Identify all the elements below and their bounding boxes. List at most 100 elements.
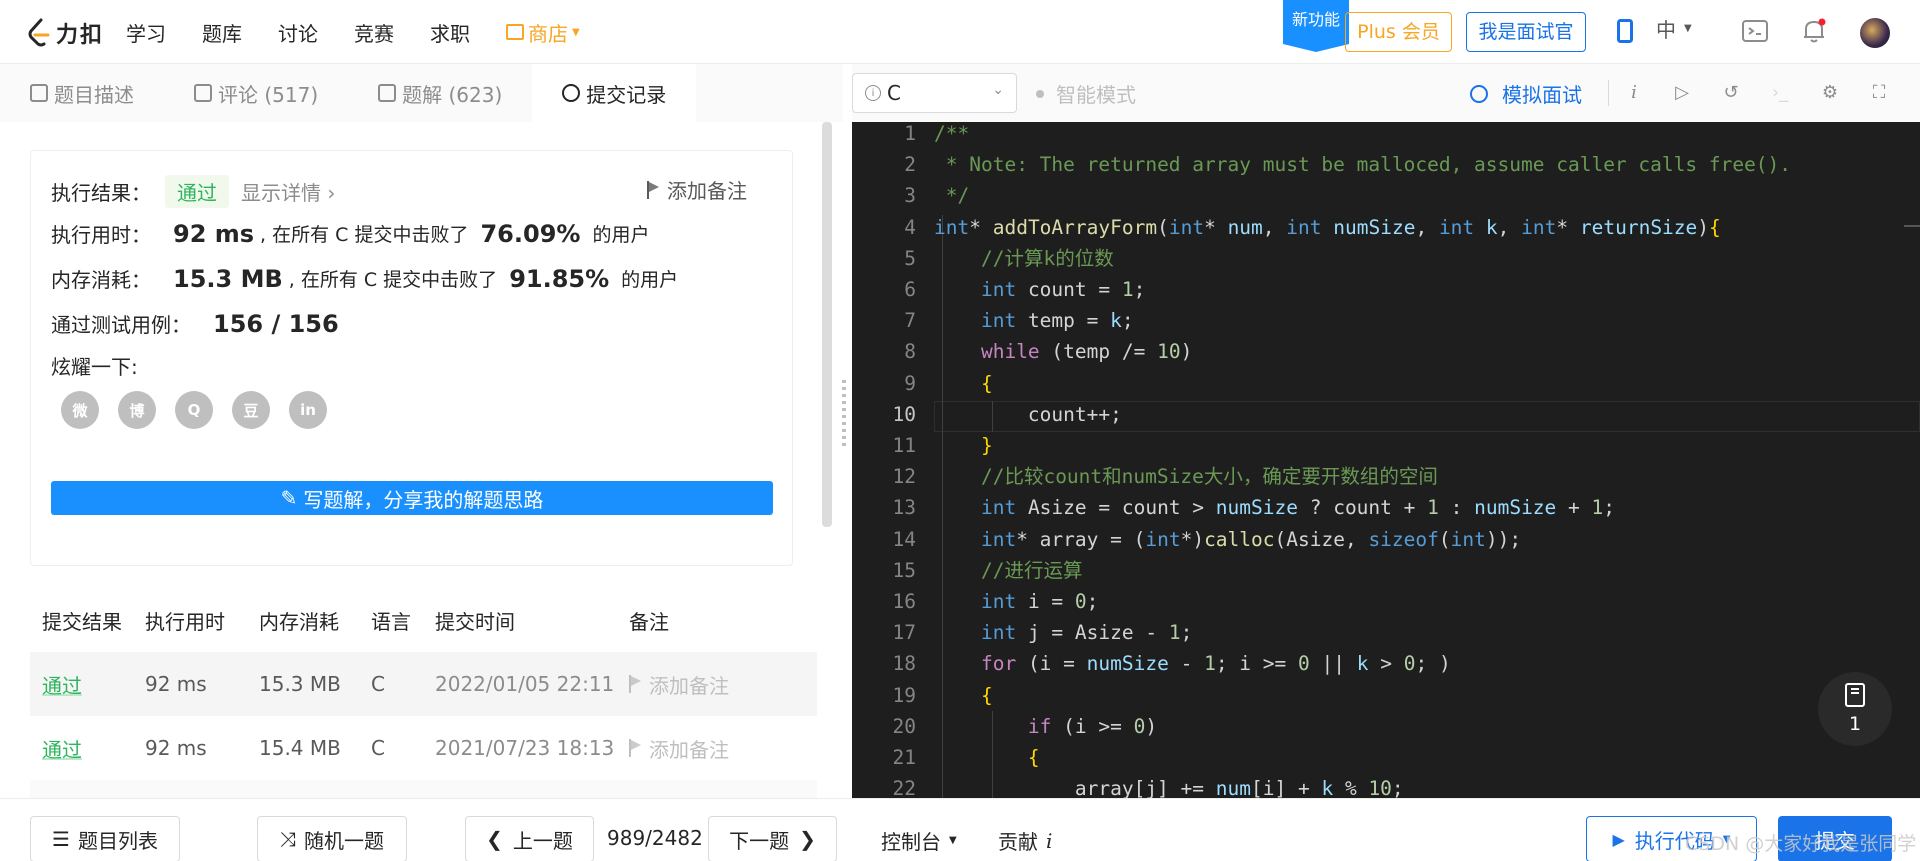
douban-icon[interactable]: 豆 — [232, 391, 270, 429]
runtime-value: 92 ms — [173, 219, 255, 248]
table-row[interactable]: 通过 92 ms 15.4 MB C 2021/07/23 18:13 添加备注 — [30, 716, 817, 780]
code-line: */ — [945, 184, 970, 208]
flag-icon — [647, 180, 661, 199]
status-row: 执行结果： 通过 显示详情 › — [51, 175, 335, 208]
language-label: 中 — [1656, 18, 1676, 42]
contribute-button[interactable]: 贡献 i — [998, 826, 1052, 855]
code-line: int Asize = count > numSize ? count + 1 … — [980, 496, 1616, 520]
nav-problems[interactable]: 题库 — [202, 18, 242, 47]
interviewer-button[interactable]: 我是面试官 — [1466, 12, 1586, 52]
add-note-button[interactable]: 添加备注 — [647, 175, 747, 204]
mock-interview-button[interactable]: 模拟面试 — [1470, 79, 1582, 108]
language-switch[interactable]: 中 ▼ — [1656, 14, 1692, 43]
wechat-icon[interactable]: 微 — [61, 391, 99, 429]
chevron-left-icon: ❮ — [486, 827, 503, 851]
code-line: { — [1027, 746, 1040, 769]
problem-list-label: 题目列表 — [77, 828, 158, 853]
alarm-clock-icon — [1470, 84, 1488, 103]
row-submitted-time: 2022/01/05 22:11 — [435, 672, 615, 696]
problem-tabs: 题目描述 评论 (517) 题解 (623) 提交记录 — [0, 64, 843, 122]
line-number: 17 — [892, 621, 916, 645]
row-result-link[interactable]: 通过 — [30, 734, 145, 763]
write-solution-label: 写题解，分享我的解题思路 — [303, 487, 544, 512]
notes-count: 1 — [1848, 713, 1862, 735]
tab-solutions[interactable]: 题解 (623) — [348, 64, 532, 122]
nav-discuss[interactable]: 讨论 — [278, 18, 318, 47]
write-solution-button[interactable]: ✎ 写题解，分享我的解题思路 — [51, 481, 773, 515]
next-problem-label: 下一题 — [729, 828, 790, 853]
tab-submissions[interactable]: 提交记录 — [532, 64, 697, 122]
flag-icon — [629, 739, 643, 757]
tab-comments-label: 评论 (517) — [218, 82, 319, 107]
qq-icon[interactable]: Q — [175, 391, 213, 429]
table-row[interactable]: 通过 92 ms 15.3 MB C 2022/01/05 22:11 添加备注 — [30, 652, 817, 716]
user-avatar[interactable] — [1860, 18, 1890, 48]
linkedin-icon[interactable]: in — [289, 391, 327, 429]
line-number: 14 — [892, 527, 916, 551]
tab-comments[interactable]: 评论 (517) — [164, 64, 348, 122]
row-memory: 15.4 MB — [259, 736, 341, 760]
terminal-icon[interactable]: ›_ — [1766, 78, 1794, 106]
code-editor[interactable]: 1 2 3 4 5 6 7 8 9 10 11 12 13 14 15 16 17 18 19 20 21 22 /** … — [852, 122, 1920, 798]
line-number: 18 — [892, 652, 916, 676]
smart-mode-toggle[interactable]: 智能模式 — [1036, 79, 1136, 108]
header-result: 提交结果 — [42, 609, 122, 634]
next-problem-button[interactable]: 下一题 ❯ — [708, 816, 837, 861]
tab-solutions-label: 题解 (623) — [402, 82, 503, 107]
nav-learn[interactable]: 学习 — [126, 18, 166, 47]
contribute-label: 贡献 — [998, 830, 1038, 854]
line-number: 11 — [892, 434, 916, 457]
prev-problem-button[interactable]: ❮ 上一题 — [465, 816, 594, 861]
mock-interview-label: 模拟面试 — [1502, 83, 1582, 107]
nav-jobs[interactable]: 求职 — [430, 18, 470, 47]
notification-bell-icon[interactable] — [1801, 18, 1827, 44]
row-add-note[interactable]: 添加备注 — [629, 670, 799, 699]
logo-text: 力扣 — [56, 23, 105, 48]
panel-resize-handle[interactable] — [842, 380, 846, 450]
settings-icon[interactable]: ⚙ — [1816, 78, 1844, 106]
leetcode-logo[interactable]: 力扣 — [26, 17, 104, 49]
nav-store[interactable]: 商店 ▼ — [506, 18, 580, 47]
book-icon — [1845, 683, 1865, 707]
row-result-link[interactable]: 通过 — [30, 670, 145, 699]
playground-icon[interactable] — [1742, 18, 1768, 44]
line-number: 8 — [904, 340, 916, 364]
code-line: int j = Asize - 1; — [980, 621, 1193, 645]
pencil-icon: ✎ — [280, 486, 298, 510]
language-select[interactable]: i C ⌄ — [852, 73, 1017, 113]
info-icon[interactable]: i — [1620, 78, 1648, 106]
mobile-icon[interactable] — [1612, 18, 1638, 44]
code-line: int count = 1; — [980, 278, 1146, 301]
watermark: CSDN @大家好我是张同学 — [1685, 833, 1917, 855]
memory-users-text: 的用户 — [621, 269, 679, 291]
problem-list-button[interactable]: ☰ 题目列表 — [30, 816, 180, 861]
submissions-table: 提交结果 执行用时 内存消耗 语言 提交时间 备注 通过 92 ms 15.3 … — [30, 588, 817, 798]
info-icon: i — [865, 85, 881, 101]
line-number: 1 — [904, 122, 916, 145]
row-submitted-time: 2021/07/23 18:13 — [435, 736, 615, 760]
show-details-link[interactable]: 显示详情 › — [241, 177, 335, 206]
header-runtime: 执行用时 — [145, 609, 225, 634]
prev-problem-label: 上一题 — [512, 828, 573, 853]
plus-member-button[interactable]: Plus 会员 — [1345, 12, 1452, 52]
weibo-icon[interactable]: 博 — [118, 391, 156, 429]
reset-icon[interactable]: ↺ — [1717, 78, 1745, 106]
left-panel-scrollbar[interactable] — [822, 122, 832, 527]
tab-description[interactable]: 题目描述 — [0, 64, 164, 122]
fullscreen-icon[interactable]: ⛶ — [1865, 78, 1893, 106]
run-icon[interactable]: ▷ — [1668, 78, 1696, 106]
nav-contest[interactable]: 竞赛 — [354, 18, 394, 47]
status-label: 执行结果： — [51, 181, 151, 205]
code-line: /** — [934, 122, 970, 145]
notes-float-button[interactable]: 1 — [1818, 672, 1892, 746]
random-problem-button[interactable]: ⤨ 随机一题 — [257, 816, 407, 861]
line-number: 15 — [892, 558, 916, 582]
code-line: } — [980, 434, 993, 457]
line-number: 20 — [892, 714, 916, 738]
console-toggle[interactable]: 控制台 ▼ — [881, 826, 957, 855]
row-add-note[interactable]: 添加备注 — [629, 734, 799, 763]
line-number: 16 — [892, 590, 916, 613]
new-feature-badge[interactable]: 新功能 — [1283, 0, 1349, 52]
header-language: 语言 — [371, 609, 411, 634]
toolbar-divider — [1608, 80, 1609, 106]
